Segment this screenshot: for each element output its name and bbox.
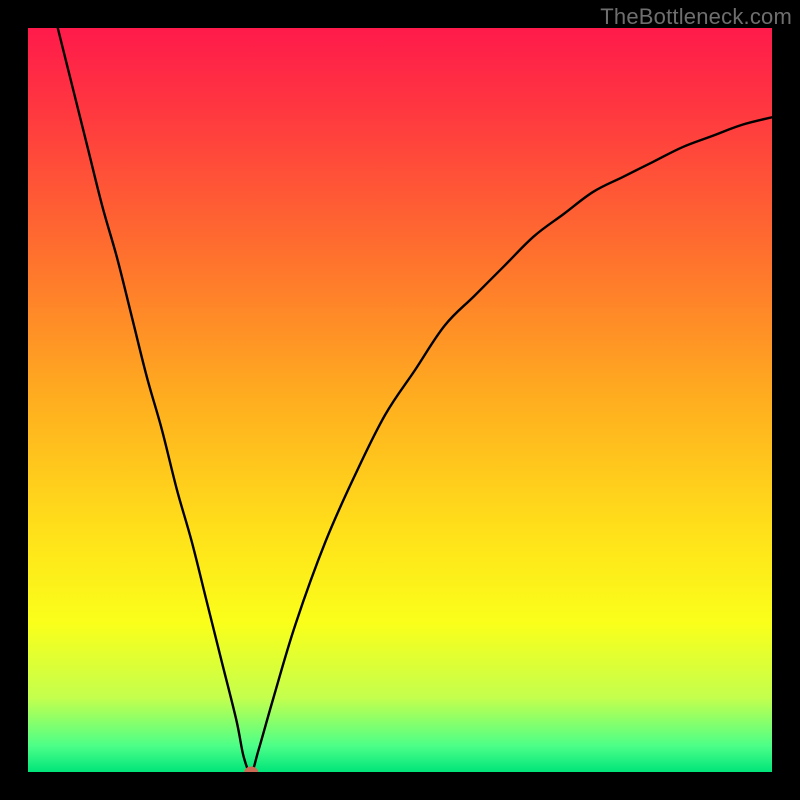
chart-area [28,28,772,772]
watermark-text: TheBottleneck.com [600,4,792,30]
gradient-background [28,28,772,772]
bottleneck-chart [28,28,772,772]
